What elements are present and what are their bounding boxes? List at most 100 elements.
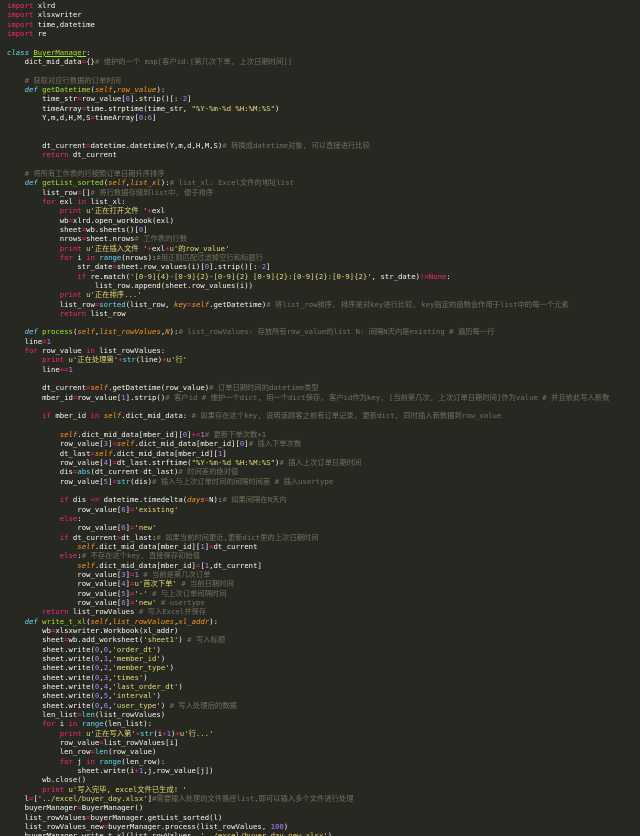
code-line[interactable]: for row_value in list_rowValues:	[7, 346, 640, 355]
code-token: # 将所有工作表的行按照订单日期升序排序	[24, 168, 165, 178]
code-line[interactable]: row_value[6]='new' # usertype	[7, 598, 640, 607]
code-line[interactable]: # 将所有工作表的行按照订单日期升序排序	[7, 169, 640, 178]
code-token: 'user_type'	[112, 700, 161, 710]
code-token: list_rowValues	[99, 327, 161, 337]
code-line[interactable]: import xlsxwriter	[7, 10, 640, 19]
code-line[interactable]: Y,m,d,H,M,S=timeArray[0:6]	[7, 113, 640, 122]
code-line[interactable]: sheet.write(i+1,j,row_value[j])	[7, 766, 640, 775]
code-line[interactable]: row_value[4]=dt_last.strftime("%Y-%m-%d …	[7, 458, 640, 467]
code-line[interactable]: row_value[5]='-' # 与上次订单间隔时间	[7, 589, 640, 598]
code-line[interactable]: list_row.append(sheet.row_values(i))	[7, 281, 640, 290]
code-line[interactable]: row_value=list_rowValues[i]	[7, 738, 640, 747]
code-line[interactable]: line+=1	[7, 365, 640, 374]
code-line[interactable]: list_rowValues=buyerManager.getList_sort…	[7, 813, 640, 822]
code-line[interactable]: return list_rowValues # 写入Excel并保存	[7, 607, 640, 616]
code-line[interactable]: l=['../excel/buyer_day.xlsx']#需要输入处理的文件路…	[7, 794, 640, 803]
code-line[interactable]: dis=abs(dt_current-dt_last)# 时间差的绝对值	[7, 467, 640, 476]
code-line[interactable]	[7, 421, 640, 430]
code-line[interactable]: timeArray=time.strptime(time_str, "%Y-%m…	[7, 104, 640, 113]
code-line[interactable]: sheet.write(0,4,'last_order_dt')	[7, 682, 640, 691]
code-line[interactable]: else:# 不存在这个key, 直接保存初始值	[7, 551, 640, 560]
code-line[interactable]: row_value[3]=1 # 当前是第几次订单	[7, 570, 640, 579]
code-line[interactable]: self.dict_mid_data[mber_id]=[1,dt_curren…	[7, 561, 640, 570]
code-line[interactable]: self.dict_mid_data[mber_id][1]=dt_curren…	[7, 542, 640, 551]
code-line[interactable]	[7, 66, 640, 75]
code-line[interactable]: time_str=row_value[0].strip()[:-2]	[7, 94, 640, 103]
code-line[interactable]: row_value[3]=self.dict_mid_data[mber_id]…	[7, 439, 640, 448]
code-line[interactable]	[7, 122, 640, 131]
code-line[interactable]: print u'正在打开文件 '+exl	[7, 206, 640, 215]
code-line[interactable]: row_value[5]=str(dis)# 插入与上次订单时间的间隔时间差 #…	[7, 477, 640, 486]
code-token: u'正在处理第'	[68, 355, 119, 365]
code-line[interactable]: list_row=[]# 将行数据存储到list中, 便于排序	[7, 188, 640, 197]
code-line[interactable]: # 获取对应行数据的订单时间	[7, 76, 640, 85]
code-token: j	[72, 756, 87, 766]
code-line[interactable]: sheet.write(0,0,'order_dt')	[7, 645, 640, 654]
code-line[interactable]	[7, 318, 640, 327]
code-line[interactable]: if dt_current>dt_last:# 如果当前时间更近,更新dict里…	[7, 533, 640, 542]
code-line[interactable]: for i in range(nrows):#用正则匹配过滤掉空行和标题行	[7, 253, 640, 262]
code-line[interactable]: import time,datetime	[7, 20, 640, 29]
code-token: key	[173, 299, 188, 309]
code-line[interactable]: print u'正在排序...'	[7, 290, 640, 299]
code-line[interactable]: row_value[6]='new'	[7, 523, 640, 532]
code-line[interactable]: class BuyerManager:	[7, 48, 640, 57]
code-line[interactable]: def getList_sorted(self,list_xl):# list_…	[7, 178, 640, 187]
code-line[interactable]: dt_current=self.getDatetime(row_value)# …	[7, 383, 640, 392]
code-line[interactable]: import re	[7, 29, 640, 38]
code-line[interactable]: for j in range(len_row):	[7, 757, 640, 766]
code-line[interactable]: wb=xlrd.open_workbook(exl)	[7, 216, 640, 225]
code-line[interactable]: sheet.write(0,1,'member_id')	[7, 654, 640, 663]
code-line[interactable]: print u'正在插入文件 '+exl+u'的row_value'	[7, 244, 640, 253]
code-line[interactable]	[7, 160, 640, 169]
code-line[interactable]	[7, 132, 640, 141]
code-line[interactable]: row_value[6]='existing'	[7, 505, 640, 514]
code-line[interactable]: for i in range(len_list):	[7, 719, 640, 728]
code-line[interactable]: def process(self,list_rowValues,N):# lis…	[7, 327, 640, 336]
code-line[interactable]: print u'写入完毕, excel文件已生成! '	[7, 785, 640, 794]
code-line[interactable]: for exl in list_xl:	[7, 197, 640, 206]
code-line[interactable]: sheet.write(0,2,'member_type')	[7, 663, 640, 672]
code-line[interactable]	[7, 38, 640, 47]
code-line[interactable]: nrows=sheet.nrows# 工作表的行数	[7, 234, 640, 243]
code-line[interactable]: return dt_current	[7, 150, 640, 159]
code-line[interactable]: print u'正在处理第'+str(line)+u'行'	[7, 355, 640, 364]
code-token: time,datetime	[33, 19, 95, 29]
code-line[interactable]: dict_mid_data={}# 维护的一个 map[客户id:[第几次下单,…	[7, 57, 640, 66]
code-line[interactable]: def write_t_xl(self,list_rowValues,xl_ad…	[7, 617, 640, 626]
code-line[interactable]: len_list=len(list_rowValues)	[7, 710, 640, 719]
code-line[interactable]	[7, 374, 640, 383]
code-line[interactable]	[7, 402, 640, 411]
code-line[interactable]: wb.close()	[7, 775, 640, 784]
code-line[interactable]: if mber_id in self.dict_mid_data: # 如果存在…	[7, 411, 640, 420]
code-line[interactable]: list_rowValues_new=buyerManager.process(…	[7, 822, 640, 831]
code-line[interactable]: self.dict_mid_data[mber_id][0]+=1# 更新下单次…	[7, 430, 640, 439]
code-line[interactable]: mber_id=row_value[1].strip()# 客户id # 维护一…	[7, 393, 640, 402]
code-line[interactable]: if dis <= datetime.timedelta(days=N):# 如…	[7, 495, 640, 504]
code-line[interactable]: buyerManager.write_t_xl(list_rowValues, …	[7, 831, 640, 836]
code-line[interactable]: sheet.write(0,6,'user_type') # 写入处理后的数据	[7, 701, 640, 710]
code-line[interactable]: row_value[4]=u'首次下单' # 当前日期时间	[7, 579, 640, 588]
code-line[interactable]: list_row=sorted(list_row, key=self.getDa…	[7, 300, 640, 309]
code-line[interactable]: sheet.write(0,5,'interval')	[7, 691, 640, 700]
code-line[interactable]: str_date=sheet.row_values(i)[0].strip()[…	[7, 262, 640, 271]
code-line[interactable]: def getDatetime(self,row_value):	[7, 85, 640, 94]
code-line[interactable]: import xlrd	[7, 1, 640, 10]
code-line[interactable]: dt_current=datetime.datetime(Y,m,d,H,M,S…	[7, 141, 640, 150]
code-line[interactable]: len_row=len(row_value)	[7, 747, 640, 756]
code-line[interactable]: sheet=wb.add_worksheet('sheet1') # 写入标题	[7, 635, 640, 644]
code-editor[interactable]: import xlrd import xlsxwriter import time,…	[0, 0, 640, 836]
code-line[interactable]: return list_row	[7, 309, 640, 318]
code-line[interactable]	[7, 486, 640, 495]
code-line[interactable]: buyerManager=BuyerManager()	[7, 803, 640, 812]
code-line[interactable]: sheet=wb.sheets()[0]	[7, 225, 640, 234]
code-line[interactable]: wb=xlsxwriter.Workbook(xl_addr)	[7, 626, 640, 635]
code-line[interactable]: line=1	[7, 337, 640, 346]
code-line[interactable]: if re.match('[0-9]{4}-[0-9]{2}-[0-9]{2} …	[7, 272, 640, 281]
code-content[interactable]: import xlrd import xlsxwriter import time,…	[7, 1, 640, 836]
code-line[interactable]: sheet.write(0,3,'times')	[7, 673, 640, 682]
code-line[interactable]: else:	[7, 514, 640, 523]
code-line[interactable]: print u'正在写入第'+str(i+1)+u'行...'	[7, 729, 640, 738]
code-line[interactable]: dt_last=self.dict_mid_data[mber_id][1]	[7, 449, 640, 458]
code-token: wb.close()	[42, 775, 87, 785]
